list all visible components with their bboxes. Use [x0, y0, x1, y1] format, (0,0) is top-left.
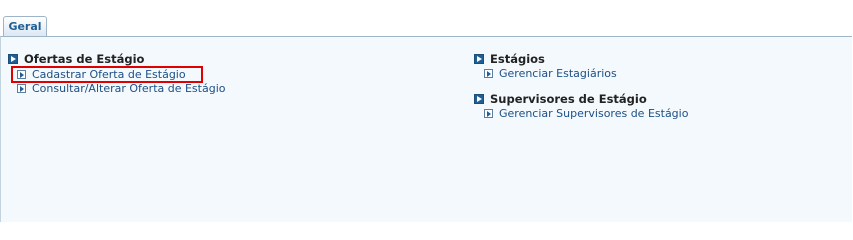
link-arrow-icon: [17, 70, 26, 79]
tab-geral[interactable]: Geral: [3, 16, 47, 36]
tab-bar: Geral: [0, 0, 853, 37]
link-label: Gerenciar Estagiários: [499, 67, 617, 80]
section-arrow-icon: [8, 54, 18, 64]
link-label: Consultar/Alterar Oferta de Estágio: [32, 82, 226, 95]
section-arrow-icon: [474, 94, 484, 104]
link-label: Cadastrar Oferta de Estágio: [32, 68, 186, 81]
section-title-supervisores: Supervisores de Estágio: [474, 91, 647, 107]
link-arrow-icon: [484, 69, 493, 78]
section-title-estagios: Estágios: [474, 51, 545, 67]
link-arrow-icon: [17, 84, 26, 93]
section-arrow-icon: [474, 54, 484, 64]
section-title-text: Estágios: [490, 52, 545, 66]
link-arrow-icon: [484, 109, 493, 118]
section-title-ofertas: Ofertas de Estágio: [8, 51, 144, 67]
section-title-text: Ofertas de Estágio: [24, 52, 145, 66]
link-gerenciar-supervisores[interactable]: Gerenciar Supervisores de Estágio: [484, 107, 688, 121]
link-label: Gerenciar Supervisores de Estágio: [499, 107, 689, 120]
link-consultar-oferta[interactable]: Consultar/Alterar Oferta de Estágio: [17, 82, 226, 96]
link-gerenciar-estagiarios[interactable]: Gerenciar Estagiários: [484, 67, 617, 81]
link-cadastrar-oferta[interactable]: Cadastrar Oferta de Estágio: [17, 68, 186, 82]
section-title-text: Supervisores de Estágio: [490, 92, 647, 106]
